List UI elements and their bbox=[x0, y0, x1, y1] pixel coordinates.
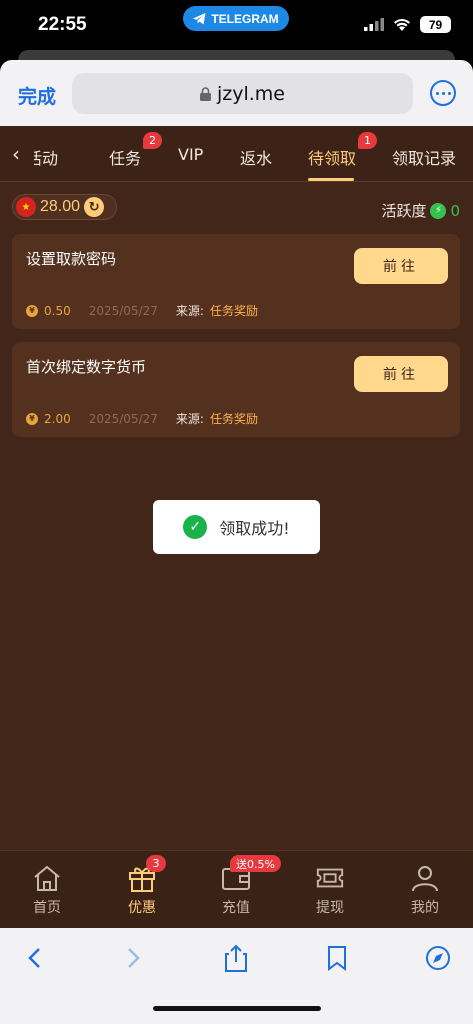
lightning-icon: ⚡ bbox=[430, 202, 447, 219]
status-bar: 22:55 TELEGRAM 79 bbox=[0, 0, 473, 50]
telegram-pill[interactable]: TELEGRAM bbox=[183, 6, 289, 31]
go-button[interactable]: 前往 bbox=[354, 248, 448, 284]
tab-rebate[interactable]: 返水 bbox=[240, 145, 272, 169]
nav-withdraw[interactable]: 提现 bbox=[300, 863, 360, 917]
checkmark-icon: ✓ bbox=[183, 515, 208, 539]
tab-tasks-label: 任务 bbox=[109, 149, 142, 168]
success-toast: ✓ 领取成功! bbox=[153, 500, 320, 554]
reward-card: 设置取款密码 前往 ¥ 0.50 2025/05/27 来源: 任务奖励 bbox=[12, 234, 460, 329]
reward-meta: ¥ 2.00 2025/05/27 来源: 任务奖励 bbox=[26, 410, 258, 427]
promotions-badge: 3 bbox=[146, 855, 166, 872]
battery-icon: 79 bbox=[420, 16, 451, 33]
balance-pill: ★ 28.00 ↻ bbox=[12, 194, 117, 220]
nav-promotions[interactable]: 优惠 3 bbox=[112, 855, 172, 917]
reward-title: 设置取款密码 bbox=[26, 250, 117, 268]
done-button[interactable]: 完成 bbox=[18, 82, 56, 109]
nav-home[interactable]: 首页 bbox=[17, 863, 77, 917]
reward-source: 任务奖励 bbox=[209, 304, 258, 318]
tab-vip-label: VIP bbox=[178, 145, 204, 164]
category-tabs: ‹ 活动 任务 2 VIP 返水 待领取 1 领取记录 bbox=[0, 126, 473, 182]
tab-pending-badge: 1 bbox=[358, 132, 377, 149]
forward-icon[interactable] bbox=[118, 942, 150, 974]
reward-card: 首次绑定数字货币 前往 ¥ 2.00 2025/05/27 来源: 任务奖励 bbox=[12, 342, 460, 437]
reward-meta: ¥ 0.50 2025/05/27 来源: 任务奖励 bbox=[26, 302, 258, 319]
compass-icon[interactable] bbox=[422, 942, 454, 974]
reward-date: 2025/05/27 bbox=[88, 411, 158, 426]
bookmark-icon[interactable] bbox=[321, 942, 353, 974]
reward-date: 2025/05/27 bbox=[88, 303, 158, 318]
go-button[interactable]: 前往 bbox=[354, 356, 448, 392]
tab-rebate-label: 返水 bbox=[240, 149, 273, 168]
reward-amount: 0.50 bbox=[44, 303, 71, 318]
reward-source: 任务奖励 bbox=[209, 412, 258, 426]
home-icon bbox=[32, 863, 62, 893]
activity-value: 0 bbox=[450, 201, 460, 220]
tab-tasks[interactable]: 任务 bbox=[109, 145, 141, 169]
more-options-icon[interactable] bbox=[430, 80, 456, 106]
home-indicator[interactable] bbox=[153, 1006, 321, 1011]
bottom-nav: 首页 优惠 3 充值 送0.5% 提现 我的 bbox=[0, 850, 473, 928]
tab-tasks-badge: 2 bbox=[143, 132, 162, 149]
reward-source-label: 来源: bbox=[175, 412, 204, 426]
active-tab-indicator bbox=[308, 178, 354, 181]
browser-header: 完成 jzyl.me bbox=[0, 60, 473, 126]
share-icon[interactable] bbox=[220, 942, 252, 974]
tab-activity[interactable]: 活动 bbox=[34, 145, 72, 169]
signal-icon bbox=[364, 18, 384, 31]
nav-profile[interactable]: 我的 bbox=[395, 863, 455, 917]
wifi-icon bbox=[394, 19, 410, 31]
activity-indicator: 活跃度 ⚡ 0 bbox=[381, 200, 460, 221]
status-icons: 79 bbox=[364, 16, 451, 33]
lock-icon bbox=[199, 86, 211, 101]
nav-home-label: 首页 bbox=[33, 900, 61, 916]
tab-pending-label: 待领取 bbox=[308, 149, 357, 168]
nav-deposit[interactable]: 充值 送0.5% bbox=[206, 855, 281, 917]
web-sheet: 完成 jzyl.me ‹ 活动 任务 2 VIP 返水 待领取 1 领取记录 ★… bbox=[0, 60, 473, 1024]
telegram-label: TELEGRAM bbox=[211, 11, 279, 26]
ticket-icon bbox=[315, 863, 345, 893]
nav-promotions-label: 优惠 bbox=[128, 900, 156, 916]
url-text: jzyl.me bbox=[216, 82, 285, 105]
tab-vip[interactable]: VIP bbox=[178, 145, 203, 164]
tab-claim-history-label: 领取记录 bbox=[392, 149, 457, 168]
cny-flag-icon: ★ bbox=[16, 197, 36, 217]
person-icon bbox=[410, 863, 440, 893]
reward-source-label: 来源: bbox=[175, 304, 204, 318]
activity-label: 活跃度 bbox=[381, 202, 427, 220]
yen-coin-icon: ¥ bbox=[26, 304, 38, 317]
nav-deposit-label: 充值 bbox=[222, 900, 250, 916]
nav-profile-label: 我的 bbox=[411, 900, 439, 916]
status-time: 22:55 bbox=[38, 14, 87, 35]
nav-withdraw-label: 提现 bbox=[316, 900, 344, 916]
tab-activity-label: 活动 bbox=[34, 149, 59, 168]
balance-amount: 28.00 bbox=[40, 198, 81, 215]
yen-coin-icon: ¥ bbox=[26, 412, 38, 425]
tab-pending[interactable]: 待领取 bbox=[308, 145, 356, 169]
telegram-icon bbox=[193, 12, 206, 24]
reward-amount: 2.00 bbox=[44, 411, 71, 426]
tab-claim-history[interactable]: 领取记录 bbox=[392, 145, 456, 169]
reward-title: 首次绑定数字货币 bbox=[26, 358, 147, 376]
deposit-promo-badge: 送0.5% bbox=[230, 855, 281, 872]
address-bar[interactable]: jzyl.me bbox=[72, 73, 413, 114]
toast-message: 领取成功! bbox=[219, 519, 290, 538]
back-icon[interactable] bbox=[18, 942, 50, 974]
chevron-left-icon[interactable]: ‹ bbox=[12, 142, 20, 166]
refresh-icon[interactable]: ↻ bbox=[84, 197, 105, 217]
